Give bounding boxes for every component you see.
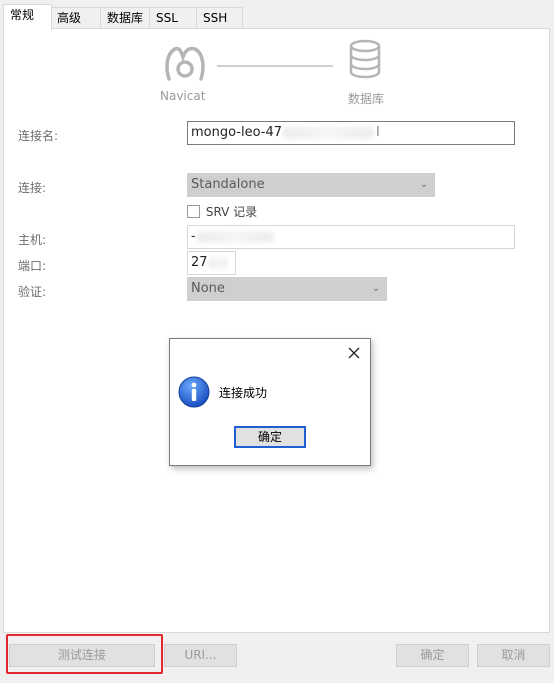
close-icon[interactable] [348,347,360,359]
general-panel: Navicat 数据库 连接名: mongo-leo-47 I 连接: Stand… [3,28,550,633]
port-value: 27 [191,255,208,270]
highlight-box [6,634,163,674]
srv-label: SRV 记录 [205,204,258,219]
conn-type-value: Standalone [191,177,265,192]
tab-database-label: 数据库 [107,11,144,25]
port-input[interactable]: 27 [187,251,236,275]
tab-ssh-label: SSH [203,11,228,25]
dialog-ok-button[interactable]: 确定 [234,426,306,448]
tab-advanced[interactable]: 高级 [50,7,101,28]
database-icon [349,39,381,79]
auth-select[interactable]: None ⌄ [187,277,387,301]
ok-label: 确定 [420,648,445,662]
conn-type-label: 连接: [18,181,47,195]
chevron-down-icon: ⌄ [419,179,428,190]
tab-general[interactable]: 常规 [3,4,52,30]
conn-type-select[interactable]: Standalone ⌄ [187,173,435,197]
tab-ssh[interactable]: SSH [196,7,243,28]
ok-button[interactable]: 确定 [396,644,469,667]
chevron-down-icon: ⌄ [371,283,380,294]
redacted-blur [207,256,228,269]
auth-label: 验证: [18,285,47,299]
tab-bar: 高级 数据库 SSL SSH 常规 [0,0,554,30]
cancel-button[interactable]: 取消 [477,644,550,667]
navicat-logo-icon [165,46,205,81]
info-icon [178,376,210,408]
success-dialog: 连接成功 确定 [169,338,371,466]
navicat-label: Navicat [160,89,206,103]
checkbox-box [187,205,200,218]
conn-name-label: 连接名: [18,129,59,143]
uri-button[interactable]: URI... [164,644,237,667]
tab-ssl-label: SSL [156,11,178,25]
auth-value: None [191,281,225,296]
database-label: 数据库 [348,92,385,106]
host-value: - [191,229,196,244]
dialog-titlebar [170,339,370,367]
dialog-body: 连接成功 确定 [170,367,370,465]
redacted-blur [282,126,375,139]
conn-name-tail: I [376,125,380,140]
srv-checkbox[interactable]: SRV 记录 [187,203,257,219]
port-label: 端口: [18,259,47,273]
tab-ssl[interactable]: SSL [149,7,197,28]
conn-name-value: mongo-leo-47 [191,125,283,140]
tab-advanced-label: 高级 [57,11,82,25]
tab-database[interactable]: 数据库 [100,7,150,28]
host-label: 主机: [18,233,47,247]
host-input[interactable]: - [187,225,515,249]
connection-line [217,65,333,67]
uri-label: URI... [184,648,217,662]
tab-general-label: 常规 [10,8,35,22]
conn-name-input[interactable]: mongo-leo-47 I [187,121,515,145]
redacted-blur [195,230,274,243]
dialog-ok-label: 确定 [257,430,282,444]
cancel-label: 取消 [501,648,526,662]
dialog-message: 连接成功 [219,386,268,400]
